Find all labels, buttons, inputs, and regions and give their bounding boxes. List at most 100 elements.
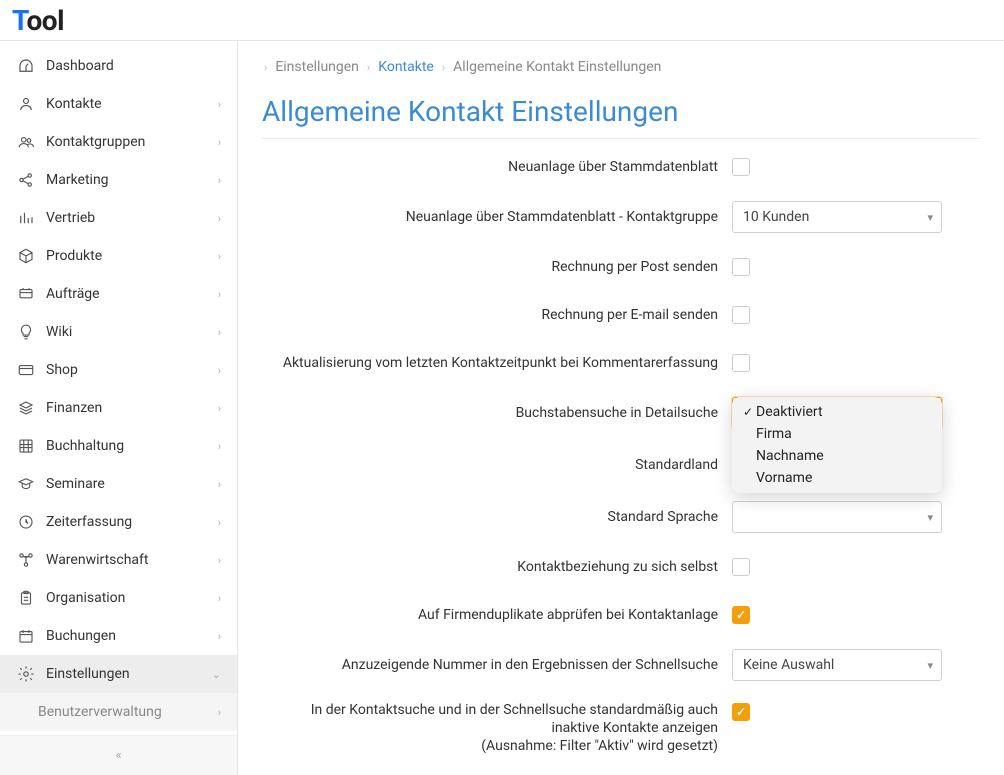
chevron-right-icon: › [218, 554, 221, 567]
sidebar-item-shop[interactable]: Shop› [0, 351, 237, 389]
sidebar-item-label: Kontakte [46, 96, 218, 112]
chevron-right-icon: › [218, 402, 221, 415]
chevron-right-icon: › [218, 516, 221, 529]
cart-icon [16, 285, 36, 303]
dropdown-option[interactable]: Nachname [732, 445, 942, 467]
form-label: Anzuzeigende Nummer in den Ergebnissen d… [262, 656, 732, 674]
sidebar-item-label: Aufträge [46, 286, 218, 302]
chevron-right-icon: › [218, 440, 221, 453]
sidebar-item-label: Organisation [46, 590, 218, 606]
select-standard-sprache[interactable] [732, 501, 942, 533]
chevron-right-icon: › [218, 364, 221, 377]
layers-icon [16, 399, 36, 417]
breadcrumb-item[interactable]: Kontakte [378, 59, 434, 75]
sidebar-item-label: Dashboard [46, 58, 221, 74]
form-label: Kontaktbeziehung zu sich selbst [262, 558, 732, 576]
header: Tool [0, 0, 1004, 41]
sidebar-item-aufträge[interactable]: Aufträge› [0, 275, 237, 313]
bulb-icon [16, 323, 36, 341]
sidebar-item-label: Einstellungen [46, 666, 212, 682]
bars-icon [16, 209, 36, 227]
sidebar-subitem-benutzerverwaltung[interactable]: Benutzerverwaltung› [0, 693, 237, 731]
dropdown-option[interactable]: Vorname [732, 467, 942, 489]
chevron-right-icon: › [262, 61, 269, 74]
chevron-right-icon: › [365, 61, 372, 74]
checkbox-rechnung-email[interactable] [732, 306, 750, 324]
sidebar-item-produkte[interactable]: Produkte› [0, 237, 237, 275]
breadcrumb-item: Allgemeine Kontakt Einstellungen [453, 59, 661, 75]
sidebar-item-label: Warenwirtschaft [46, 552, 218, 568]
form-label: Neuanlage über Stammdatenblatt [262, 158, 732, 176]
select-anzuzeigende-nummer[interactable]: Keine Auswahl [732, 649, 942, 681]
sidebar-item-dashboard[interactable]: Dashboard [0, 47, 237, 85]
checkbox-neuanlage-stammdaten[interactable] [732, 158, 750, 176]
sidebar-item-label: Seminare [46, 476, 218, 492]
form-label: Neuanlage über Stammdatenblatt - Kontakt… [262, 208, 732, 226]
sidebar-item-finanzen[interactable]: Finanzen› [0, 389, 237, 427]
dashboard-icon [16, 57, 36, 75]
checkbox-aktualisierung[interactable] [732, 354, 750, 372]
dropdown-option-label: Firma [756, 426, 792, 442]
chevron-right-icon: › [218, 478, 221, 491]
dropdown-option-label: Deaktiviert [756, 404, 823, 420]
checkbox-firmenduplikate[interactable] [732, 606, 750, 624]
chevron-right-icon: › [218, 326, 221, 339]
form-label: Rechnung per Post senden [262, 258, 732, 276]
sidebar-item-seminare[interactable]: Seminare› [0, 465, 237, 503]
grid-icon [16, 437, 36, 455]
page-title: Allgemeine Kontakt Einstellungen [262, 95, 980, 139]
check-icon: ✓ [740, 405, 756, 419]
sidebar-item-wiki[interactable]: Wiki› [0, 313, 237, 351]
calendar-icon [16, 627, 36, 645]
share-icon [16, 171, 36, 189]
checkbox-beziehung-selbst[interactable] [732, 558, 750, 576]
chevron-left-double-icon: « [115, 748, 121, 763]
logo: Tool [12, 4, 64, 37]
sidebar-item-label: Benutzerverwaltung [38, 704, 218, 720]
person-icon [16, 95, 36, 113]
dropdown-option-label: Vorname [756, 470, 812, 486]
chevron-right-icon: › [218, 136, 221, 149]
sidebar-item-organisation[interactable]: Organisation› [0, 579, 237, 617]
form-label: Buchstabensuche in Detailsuche [262, 404, 732, 422]
checkbox-inaktive-anzeigen[interactable] [732, 703, 750, 721]
breadcrumb-item[interactable]: Einstellungen [275, 59, 359, 75]
sidebar-item-label: Zeiterfassung [46, 514, 218, 530]
checkbox-rechnung-post[interactable] [732, 258, 750, 276]
sidebar-item-kontakte[interactable]: Kontakte› [0, 85, 237, 123]
dropdown-option[interactable]: ✓Deaktiviert [732, 401, 942, 423]
form-label: Standardland [262, 456, 732, 474]
clock-icon [16, 513, 36, 531]
form-label: Rechnung per E-mail senden [262, 306, 732, 324]
chevron-right-icon: › [218, 630, 221, 643]
sidebar-item-label: Produkte [46, 248, 218, 264]
dropdown-buchstabensuche: ✓Deaktiviert Firma Nachname Vorname [732, 397, 942, 493]
sidebar-item-warenwirtschaft[interactable]: Warenwirtschaft› [0, 541, 237, 579]
chevron-right-icon: › [218, 706, 221, 719]
sidebar-item-vertrieb[interactable]: Vertrieb› [0, 199, 237, 237]
cube-icon [16, 247, 36, 265]
sidebar-item-label: Buchhaltung [46, 438, 218, 454]
sidebar-item-zeiterfassung[interactable]: Zeiterfassung› [0, 503, 237, 541]
form-label: Standard Sprache [262, 508, 732, 526]
chevron-right-icon: › [218, 174, 221, 187]
clipboard-icon [16, 589, 36, 607]
people-icon [16, 133, 36, 151]
chevron-down-icon: ⌄ [212, 668, 221, 681]
form-label: Aktualisierung vom letzten Kontaktzeitpu… [262, 354, 732, 372]
chevron-right-icon: › [218, 250, 221, 263]
flow-icon [16, 551, 36, 569]
sidebar-item-marketing[interactable]: Marketing› [0, 161, 237, 199]
main: › Einstellungen › Kontakte › Allgemeine … [238, 41, 1004, 775]
sidebar-collapse[interactable]: « [0, 735, 237, 775]
chevron-right-icon: › [440, 61, 447, 74]
sidebar-item-label: Shop [46, 362, 218, 378]
sidebar-item-buchhaltung[interactable]: Buchhaltung› [0, 427, 237, 465]
sidebar-item-kontaktgruppen[interactable]: Kontaktgruppen› [0, 123, 237, 161]
sidebar-item-label: Wiki [46, 324, 218, 340]
select-kontaktgruppe[interactable]: 10 Kunden [732, 201, 942, 233]
dropdown-option[interactable]: Firma [732, 423, 942, 445]
sidebar-item-buchungen[interactable]: Buchungen› [0, 617, 237, 655]
sidebar-item-einstellungen[interactable]: Einstellungen⌄ [0, 655, 237, 693]
form-label: In der Kontaktsuche und in der Schnellsu… [262, 701, 732, 756]
